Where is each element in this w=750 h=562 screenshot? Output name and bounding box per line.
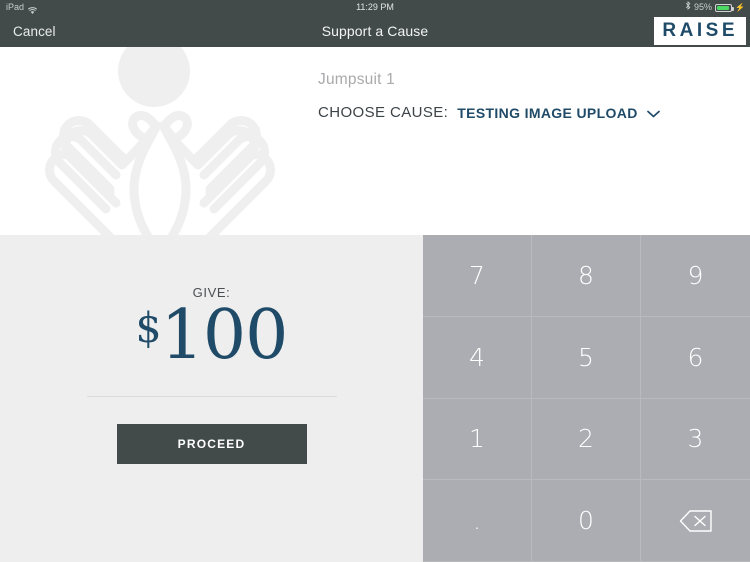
amount-value: 100 — [160, 296, 289, 375]
chevron-down-icon[interactable] — [646, 108, 660, 120]
amount-divider — [86, 396, 337, 397]
currency-symbol: $ — [135, 304, 162, 352]
bluetooth-icon — [685, 0, 691, 15]
status-bar: iPad 11:29 PM 95% ⚡ — [0, 0, 750, 15]
status-bar-right: 95% ⚡ — [685, 0, 745, 15]
status-bar-time: 11:29 PM — [356, 2, 394, 12]
key-7[interactable]: 7 — [423, 235, 532, 317]
key-4[interactable]: 4 — [423, 316, 532, 399]
backspace-icon — [679, 509, 713, 533]
proceed-button[interactable]: PROCEED — [116, 424, 307, 464]
battery-icon — [715, 3, 735, 12]
key-6[interactable]: 6 — [641, 317, 750, 399]
key-decimal[interactable]: . — [423, 480, 532, 562]
key-1[interactable]: 1 — [423, 398, 532, 481]
key-3[interactable]: 3 — [641, 399, 750, 481]
page-title: Support a Cause — [321, 23, 429, 39]
give-panel: GIVE: $100 PROCEED — [0, 235, 423, 562]
key-backspace[interactable] — [641, 480, 750, 562]
key-0[interactable]: 0 — [532, 480, 641, 562]
key-9[interactable]: 9 — [641, 235, 750, 317]
navigation-bar: Cancel Support a Cause RAISE — [0, 15, 750, 47]
hands-heart-placeholder-icon — [30, 47, 290, 235]
choose-cause-row: CHOOSE CAUSE: TESTING IMAGE UPLOAD — [318, 104, 660, 121]
hero-section: Jumpsuit 1 CHOOSE CAUSE: TESTING IMAGE U… — [0, 47, 750, 235]
raise-logo: RAISE — [654, 17, 746, 45]
item-name-label: Jumpsuit 1 — [318, 71, 395, 88]
lightning-bolt-icon: ⚡ — [735, 3, 745, 12]
app-screen: iPad 11:29 PM 95% ⚡ Cancel Support a Cau… — [0, 0, 750, 562]
key-5[interactable]: 5 — [532, 316, 641, 399]
battery-percent-label: 95% — [694, 2, 713, 12]
choose-cause-label: CHOOSE CAUSE: — [318, 104, 449, 121]
raise-logo-text: RAISE — [662, 20, 738, 41]
amount-display: $100 — [0, 302, 423, 370]
cause-dropdown[interactable]: TESTING IMAGE UPLOAD — [457, 105, 637, 121]
key-8[interactable]: 8 — [532, 235, 641, 317]
item-info: Jumpsuit 1 CHOOSE CAUSE: TESTING IMAGE U… — [318, 71, 660, 121]
numeric-keypad[interactable]: 7 8 9 4 5 6 1 2 3 . 0 — [423, 235, 750, 562]
key-2[interactable]: 2 — [532, 398, 641, 481]
